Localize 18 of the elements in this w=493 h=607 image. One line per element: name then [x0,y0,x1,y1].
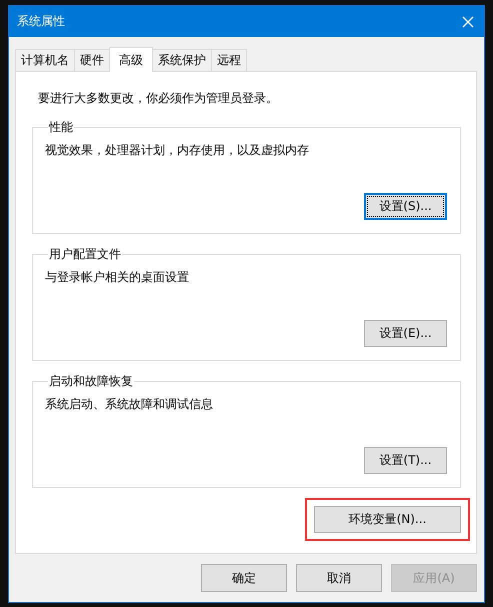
group-description: 系统启动、系统故障和调试信息 [45,396,214,413]
tab[interactable]: 计算机名 [15,49,75,71]
dialog-button[interactable]: 取消 [296,564,382,592]
settings-button[interactable]: 设置(T)... [364,447,447,474]
dialog-button[interactable]: 确定 [201,564,287,592]
settings-button[interactable]: 设置(E)... [364,320,447,347]
group-description: 视觉效果，处理器计划，内存使用，以及虚拟内存 [45,142,310,159]
tab[interactable]: 远程 [211,49,247,71]
group-description: 与登录帐户相关的桌面设置 [45,269,190,286]
tab[interactable]: 高级 [109,47,153,72]
group-title: 启动和故障恢复 [48,373,134,390]
admin-notice: 要进行大多数更改，你必须作为管理员登录。 [38,90,279,107]
window-title: 系统属性 [17,13,65,30]
close-icon[interactable] [462,16,474,28]
group-title: 用户配置文件 [48,246,122,263]
group-title: 性能 [48,119,74,136]
settings-button[interactable]: 设置(S)... [364,193,447,220]
environment-variables-button[interactable]: 环境变量(N)... [314,506,461,533]
